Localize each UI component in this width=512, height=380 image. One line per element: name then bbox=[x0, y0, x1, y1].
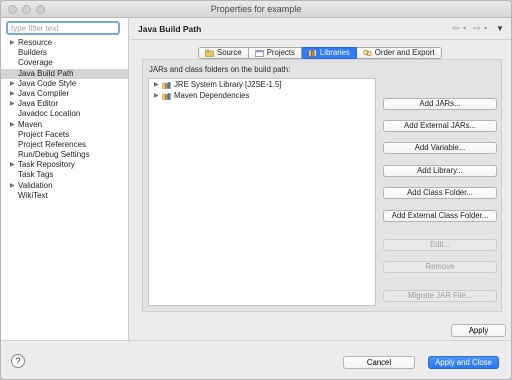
sidebar-item-java-code-style[interactable]: ▶ Java Code Style bbox=[1, 79, 128, 89]
sidebar-item-task-repository[interactable]: ▶ Task Repository bbox=[1, 160, 128, 170]
sidebar-item-java-compiler[interactable]: ▶ Java Compiler bbox=[1, 89, 128, 99]
libraries-icon bbox=[308, 49, 317, 57]
expand-arrow-icon[interactable]: ▶ bbox=[154, 80, 159, 91]
property-tree: ▶ Resource Builders Coverage Java Build P… bbox=[1, 38, 128, 201]
expand-arrow-icon[interactable]: ▶ bbox=[10, 99, 15, 109]
sidebar-item-run-debug-settings[interactable]: Run/Debug Settings bbox=[1, 150, 128, 160]
sidebar-item-java-editor[interactable]: ▶ Java Editor bbox=[1, 99, 128, 109]
migrate-jar-file-button[interactable]: Migrate JAR File... bbox=[383, 290, 497, 302]
back-dropdown-icon[interactable]: ▾ bbox=[463, 25, 466, 32]
add-class-folder-button[interactable]: Add Class Folder... bbox=[383, 187, 497, 199]
tab-bar: Source Projects Libraries Order and Expo… bbox=[198, 47, 442, 59]
expand-arrow-icon[interactable]: ▶ bbox=[154, 91, 159, 102]
header-divider bbox=[130, 39, 511, 40]
forward-dropdown-icon[interactable]: ▾ bbox=[484, 25, 487, 32]
source-folder-icon bbox=[205, 49, 214, 57]
library-item-jre[interactable]: ▶ JRE System Library [J2SE-1.5] bbox=[149, 80, 375, 91]
expand-arrow-icon[interactable]: ▶ bbox=[10, 181, 15, 191]
library-jar-icon bbox=[162, 92, 171, 100]
tab-order-and-export[interactable]: Order and Export bbox=[356, 47, 442, 59]
main-content: Java Build Path ⇦ ▾ ⇨ ▾ ▼ Source Project… bbox=[130, 18, 511, 340]
add-variable-button[interactable]: Add Variable... bbox=[383, 142, 497, 154]
forward-arrow-icon[interactable]: ⇨ bbox=[473, 23, 481, 34]
build-path-label: JARs and class folders on the build path… bbox=[149, 65, 291, 74]
expand-arrow-icon[interactable]: ▶ bbox=[10, 120, 15, 130]
sidebar: ▶Resource Builders Coverage Java Build P… bbox=[1, 18, 129, 340]
expand-arrow-icon[interactable]: ▶ bbox=[10, 79, 15, 89]
view-menu-icon[interactable]: ▼ bbox=[496, 24, 504, 33]
sidebar-item-coverage[interactable]: Coverage bbox=[1, 58, 128, 68]
apply-button[interactable]: Apply bbox=[451, 324, 506, 337]
add-library-button[interactable]: Add Library... bbox=[383, 165, 497, 177]
remove-button[interactable]: Remove bbox=[383, 261, 497, 273]
sidebar-item-maven[interactable]: ▶ Maven bbox=[1, 120, 128, 130]
sidebar-item-java-build-path[interactable]: Java Build Path bbox=[1, 68, 128, 79]
add-external-jars-button[interactable]: Add External JARs... bbox=[383, 120, 497, 132]
help-icon[interactable]: ? bbox=[11, 354, 25, 368]
filter-input[interactable] bbox=[6, 21, 120, 35]
library-list[interactable]: ▶ JRE System Library [J2SE-1.5] ▶ Maven … bbox=[148, 78, 376, 306]
sidebar-item-builders[interactable]: Builders bbox=[1, 48, 128, 58]
dialog-footer: ? Cancel Apply and Close bbox=[1, 340, 511, 379]
page-title: Java Build Path bbox=[138, 24, 202, 34]
projects-icon bbox=[254, 50, 264, 57]
add-jars-button[interactable]: Add JARs... bbox=[383, 98, 497, 110]
sidebar-item-project-references[interactable]: Project References bbox=[1, 140, 128, 150]
window-title: Properties for example bbox=[210, 4, 302, 14]
back-arrow-icon[interactable]: ⇦ bbox=[452, 23, 460, 34]
add-external-class-folder-button[interactable]: Add External Class Folder... bbox=[383, 210, 497, 222]
title-bar: Properties for example bbox=[1, 1, 511, 18]
expand-arrow-icon[interactable]: ▶ bbox=[10, 38, 15, 48]
expand-arrow-icon[interactable]: ▶ bbox=[10, 160, 15, 170]
sidebar-item-wikitext[interactable]: WikiText bbox=[1, 191, 128, 201]
library-jar-icon bbox=[162, 82, 171, 89]
libraries-panel: JARs and class folders on the build path… bbox=[142, 59, 502, 312]
sidebar-item-javadoc-location[interactable]: Javadoc Location bbox=[1, 109, 128, 119]
cancel-button[interactable]: Cancel bbox=[343, 356, 415, 369]
order-export-icon bbox=[363, 49, 372, 57]
sidebar-item-project-facets[interactable]: Project Facets bbox=[1, 130, 128, 140]
edit-button[interactable]: Edit... bbox=[383, 239, 497, 251]
properties-dialog: Properties for example ▶Resource Builder… bbox=[0, 0, 512, 380]
tab-libraries[interactable]: Libraries bbox=[301, 47, 357, 59]
sidebar-item-resource[interactable]: ▶ Resource bbox=[1, 38, 128, 48]
tab-projects[interactable]: Projects bbox=[248, 47, 302, 59]
sidebar-item-validation[interactable]: ▶ Validation bbox=[1, 181, 128, 191]
library-item-maven-dependencies[interactable]: ▶ Maven Dependencies bbox=[149, 91, 375, 102]
apply-and-close-button[interactable]: Apply and Close bbox=[428, 356, 499, 369]
expand-arrow-icon[interactable]: ▶ bbox=[10, 89, 15, 99]
tab-source[interactable]: Source bbox=[198, 47, 249, 59]
sidebar-item-task-tags[interactable]: Task Tags bbox=[1, 170, 128, 180]
